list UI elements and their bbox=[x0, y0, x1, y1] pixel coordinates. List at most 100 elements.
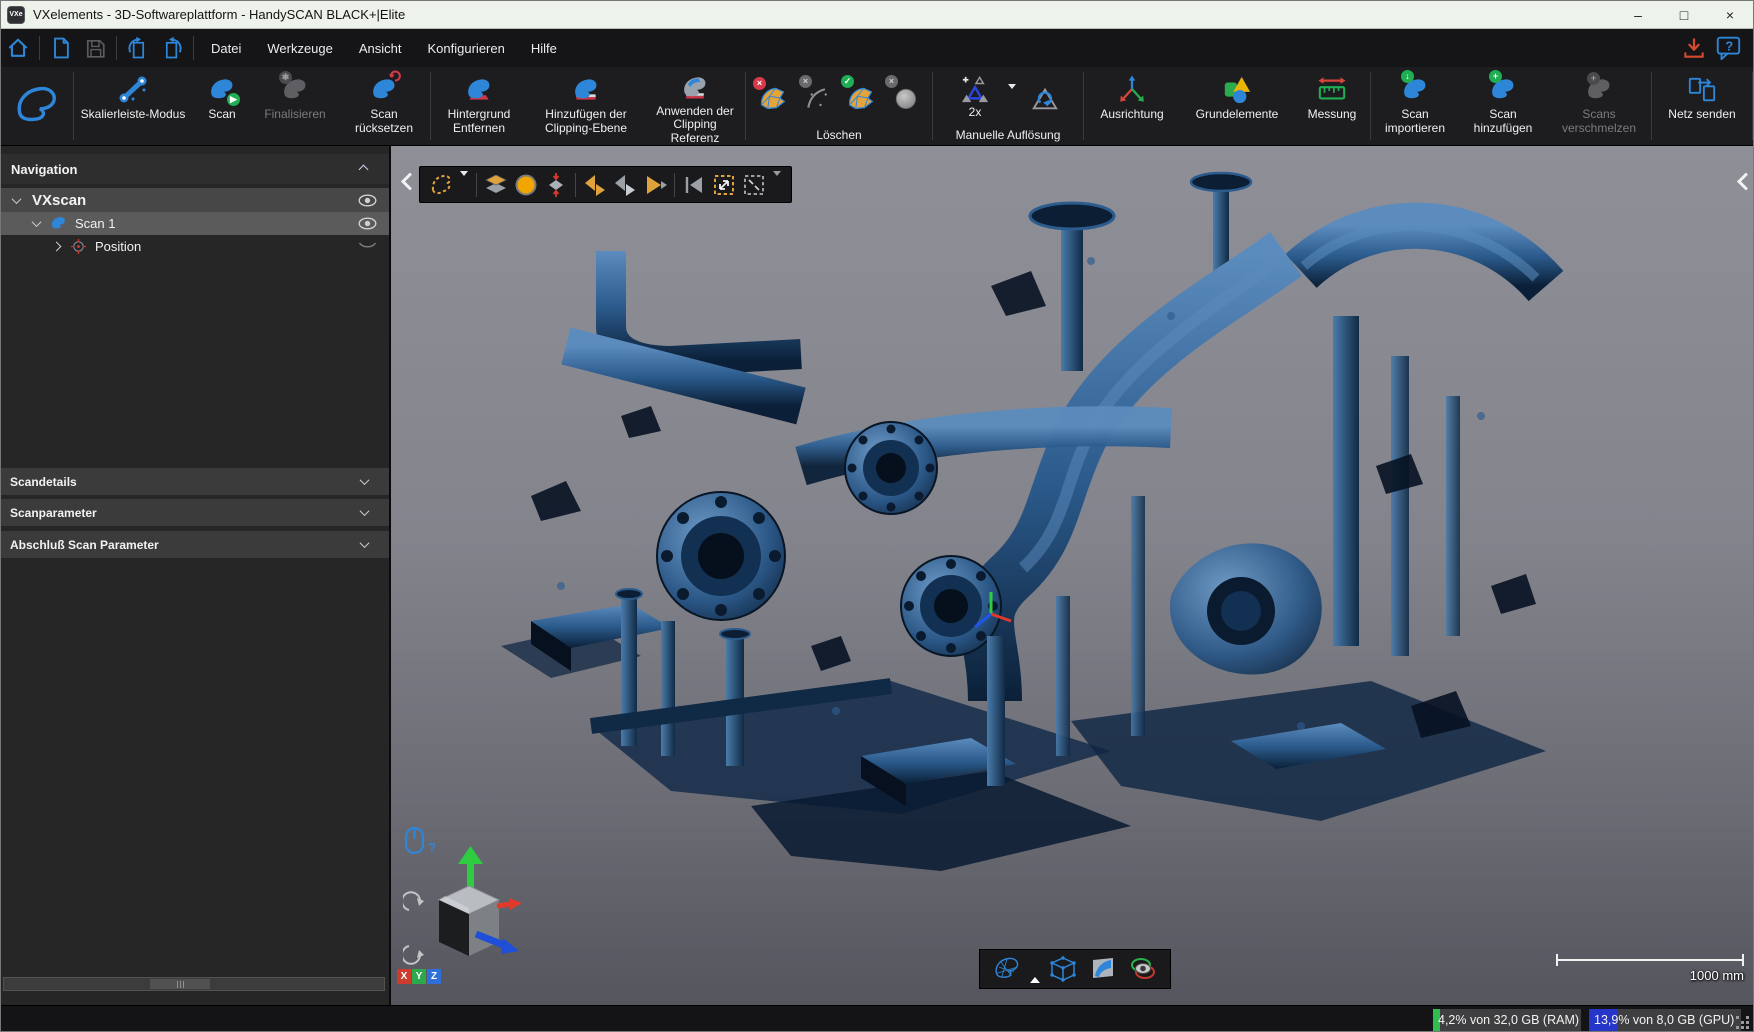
section-abschluss-scan-parameter[interactable]: Abschluß Scan Parameter bbox=[1, 531, 389, 558]
flange-large bbox=[657, 492, 785, 620]
redo-button[interactable] bbox=[155, 33, 189, 63]
menu-hilfe[interactable]: Hilfe bbox=[518, 29, 570, 67]
axis-x-badge: X bbox=[397, 969, 411, 984]
delete-mesh-selection-button[interactable]: × bbox=[751, 75, 795, 121]
tree-node-label: Scan 1 bbox=[75, 216, 115, 231]
xyz-axes-toggle[interactable]: X Y Z bbox=[397, 969, 441, 984]
3d-scan-model[interactable] bbox=[471, 166, 1571, 886]
section-scanparameter[interactable]: Scanparameter bbox=[1, 499, 389, 526]
bounding-box-view-button[interactable] bbox=[1046, 953, 1080, 985]
window-resize-grip[interactable] bbox=[1736, 1016, 1750, 1030]
shrink-selection-button[interactable] bbox=[541, 170, 571, 200]
toolbar-button-finalisieren[interactable]: ✱ Finalisieren bbox=[252, 67, 338, 145]
navigation-panel-header[interactable]: Navigation bbox=[1, 154, 389, 184]
apply-clipping-reference-icon bbox=[679, 74, 711, 103]
close-button[interactable]: × bbox=[1707, 1, 1753, 28]
triangle-bar-icon bbox=[681, 172, 707, 198]
zoom-extents-button[interactable] bbox=[709, 170, 739, 200]
resolution-button[interactable]: 2x bbox=[947, 76, 1003, 120]
toolbar-button-clipping-referenz[interactable]: Anwenden der Clipping Referenz bbox=[645, 67, 745, 145]
divider bbox=[116, 36, 117, 60]
visibility-indicator[interactable] bbox=[358, 242, 377, 252]
toolbar-group-loeschen: × × ✓ × Löschen bbox=[746, 67, 932, 145]
update-download-button[interactable] bbox=[1677, 33, 1711, 63]
resolution-dropdown[interactable] bbox=[1003, 89, 1021, 107]
selection-mode-dropdown[interactable] bbox=[456, 176, 472, 194]
toolbar-button-messung[interactable]: Messung bbox=[1294, 67, 1370, 145]
view-mode-dropdown[interactable] bbox=[1030, 960, 1040, 978]
vxscan-module-button[interactable] bbox=[1, 67, 73, 145]
collapse-right-panel-button[interactable] bbox=[1735, 172, 1751, 192]
3d-viewport[interactable]: ? X Y Z bbox=[391, 146, 1754, 1005]
toolbar-button-ausrichtung[interactable]: Ausrichtung bbox=[1084, 67, 1180, 145]
navigation-panel: Navigation VXscan Scan 1 Posi bbox=[1, 146, 389, 1005]
toolbar-button-scan[interactable]: ▶ Scan bbox=[192, 67, 252, 145]
wireframe-view-button[interactable] bbox=[990, 953, 1024, 985]
minimize-button[interactable]: – bbox=[1615, 1, 1661, 28]
visibility-toggle[interactable] bbox=[358, 194, 377, 207]
new-session-button[interactable] bbox=[44, 33, 78, 63]
help-button[interactable]: ? bbox=[1711, 33, 1745, 63]
previous-scan-button[interactable] bbox=[580, 170, 610, 200]
optimize-resolution-button[interactable] bbox=[1021, 75, 1069, 121]
expand-icon[interactable] bbox=[32, 217, 42, 227]
scan-pair-button[interactable] bbox=[610, 170, 640, 200]
expand-icon[interactable] bbox=[12, 194, 22, 204]
toolbar-button-scan-ruecksetzen[interactable]: Scan rücksetzen bbox=[338, 67, 430, 145]
first-frame-button[interactable] bbox=[679, 170, 709, 200]
home-button[interactable] bbox=[1, 33, 35, 63]
menu-werkzeuge[interactable]: Werkzeuge bbox=[254, 29, 346, 67]
visibility-toggle[interactable] bbox=[358, 217, 377, 230]
surface-view-button[interactable] bbox=[1086, 953, 1120, 985]
toolbar-button-scan-hinzufuegen[interactable]: + Scan hinzufügen bbox=[1459, 67, 1547, 145]
zoom-selection-button[interactable] bbox=[739, 170, 769, 200]
delete-curve-selection-button[interactable]: × bbox=[795, 75, 839, 121]
toolbar-button-scan-importieren[interactable]: ↓ Scan importieren bbox=[1371, 67, 1459, 145]
menu-konfigurieren[interactable]: Konfigurieren bbox=[415, 29, 518, 67]
zoom-selection-icon bbox=[741, 172, 767, 198]
toolbar-button-clipping-ebene[interactable]: Hinzufügen der Clipping-Ebene bbox=[527, 67, 645, 145]
collapse-left-panel-button[interactable] bbox=[399, 172, 415, 192]
visibility-options-button[interactable] bbox=[1126, 953, 1160, 985]
maximize-button[interactable]: □ bbox=[1661, 1, 1707, 28]
delete-sphere-icon bbox=[891, 84, 919, 112]
undo-button[interactable] bbox=[121, 33, 155, 63]
cube-points-icon bbox=[1048, 954, 1078, 984]
chevron-left-icon bbox=[399, 172, 414, 191]
delete-sphere-selection-button[interactable]: × bbox=[883, 75, 927, 121]
gray-triangles-icon bbox=[612, 172, 638, 198]
status-bar: 4,2% von 32,0 GB (RAM) 13,9% von 8,0 GB … bbox=[1, 1005, 1753, 1032]
toolbar-group-manuelle-aufloesung: 2x Manuelle Auflösung bbox=[933, 67, 1083, 145]
menu-bar: Datei Werkzeuge Ansicht Konfigurieren Hi… bbox=[1, 29, 1753, 67]
sidebar-horizontal-scrollbar[interactable] bbox=[3, 977, 385, 991]
expand-icon[interactable] bbox=[52, 242, 62, 252]
menu-ansicht[interactable]: Ansicht bbox=[346, 29, 415, 67]
toolbar-button-hintergrund-entfernen[interactable]: Hintergrund Entfernen bbox=[431, 67, 527, 145]
keep-mesh-selection-button[interactable]: ✓ bbox=[839, 75, 883, 121]
alignment-axes-icon bbox=[1116, 74, 1148, 106]
free-selection-button[interactable] bbox=[426, 170, 456, 200]
menu-datei[interactable]: Datei bbox=[198, 29, 254, 67]
zoom-tools-dropdown[interactable] bbox=[769, 176, 785, 194]
download-icon bbox=[1681, 35, 1707, 61]
tree-node-position[interactable]: Position bbox=[1, 235, 389, 258]
positioning-targets-button[interactable] bbox=[511, 170, 541, 200]
divider bbox=[575, 173, 576, 197]
clipping-planes-button[interactable] bbox=[481, 170, 511, 200]
toolbar-button-netz-senden[interactable]: Netz senden bbox=[1652, 67, 1752, 145]
tree-node-scan1[interactable]: Scan 1 bbox=[1, 212, 389, 235]
scrollbar-handle[interactable] bbox=[150, 979, 210, 989]
collapse-panel-icon[interactable] bbox=[359, 164, 369, 174]
gpu-usage-indicator: 13,9% von 8,0 GB (GPU) bbox=[1589, 1009, 1741, 1031]
next-scan-button[interactable] bbox=[640, 170, 670, 200]
tree-node-vxscan[interactable]: VXscan bbox=[1, 188, 389, 212]
eye-icon bbox=[358, 217, 377, 230]
section-scandetails[interactable]: Scandetails bbox=[1, 468, 389, 495]
main-toolbar: Skalierleiste-Modus ▶ Scan ✱ Finalisiere… bbox=[1, 67, 1753, 146]
navigation-cube[interactable] bbox=[421, 846, 526, 976]
toolbar-button-skalierleiste-modus[interactable]: Skalierleiste-Modus bbox=[74, 67, 192, 145]
eye-rings-icon bbox=[1128, 954, 1158, 984]
toolbar-button-scans-verschmelzen[interactable]: + Scans verschmelzen bbox=[1547, 67, 1651, 145]
toolbar-button-grundelemente[interactable]: Grundelemente bbox=[1180, 67, 1294, 145]
save-session-button disabled[interactable] bbox=[78, 33, 112, 63]
